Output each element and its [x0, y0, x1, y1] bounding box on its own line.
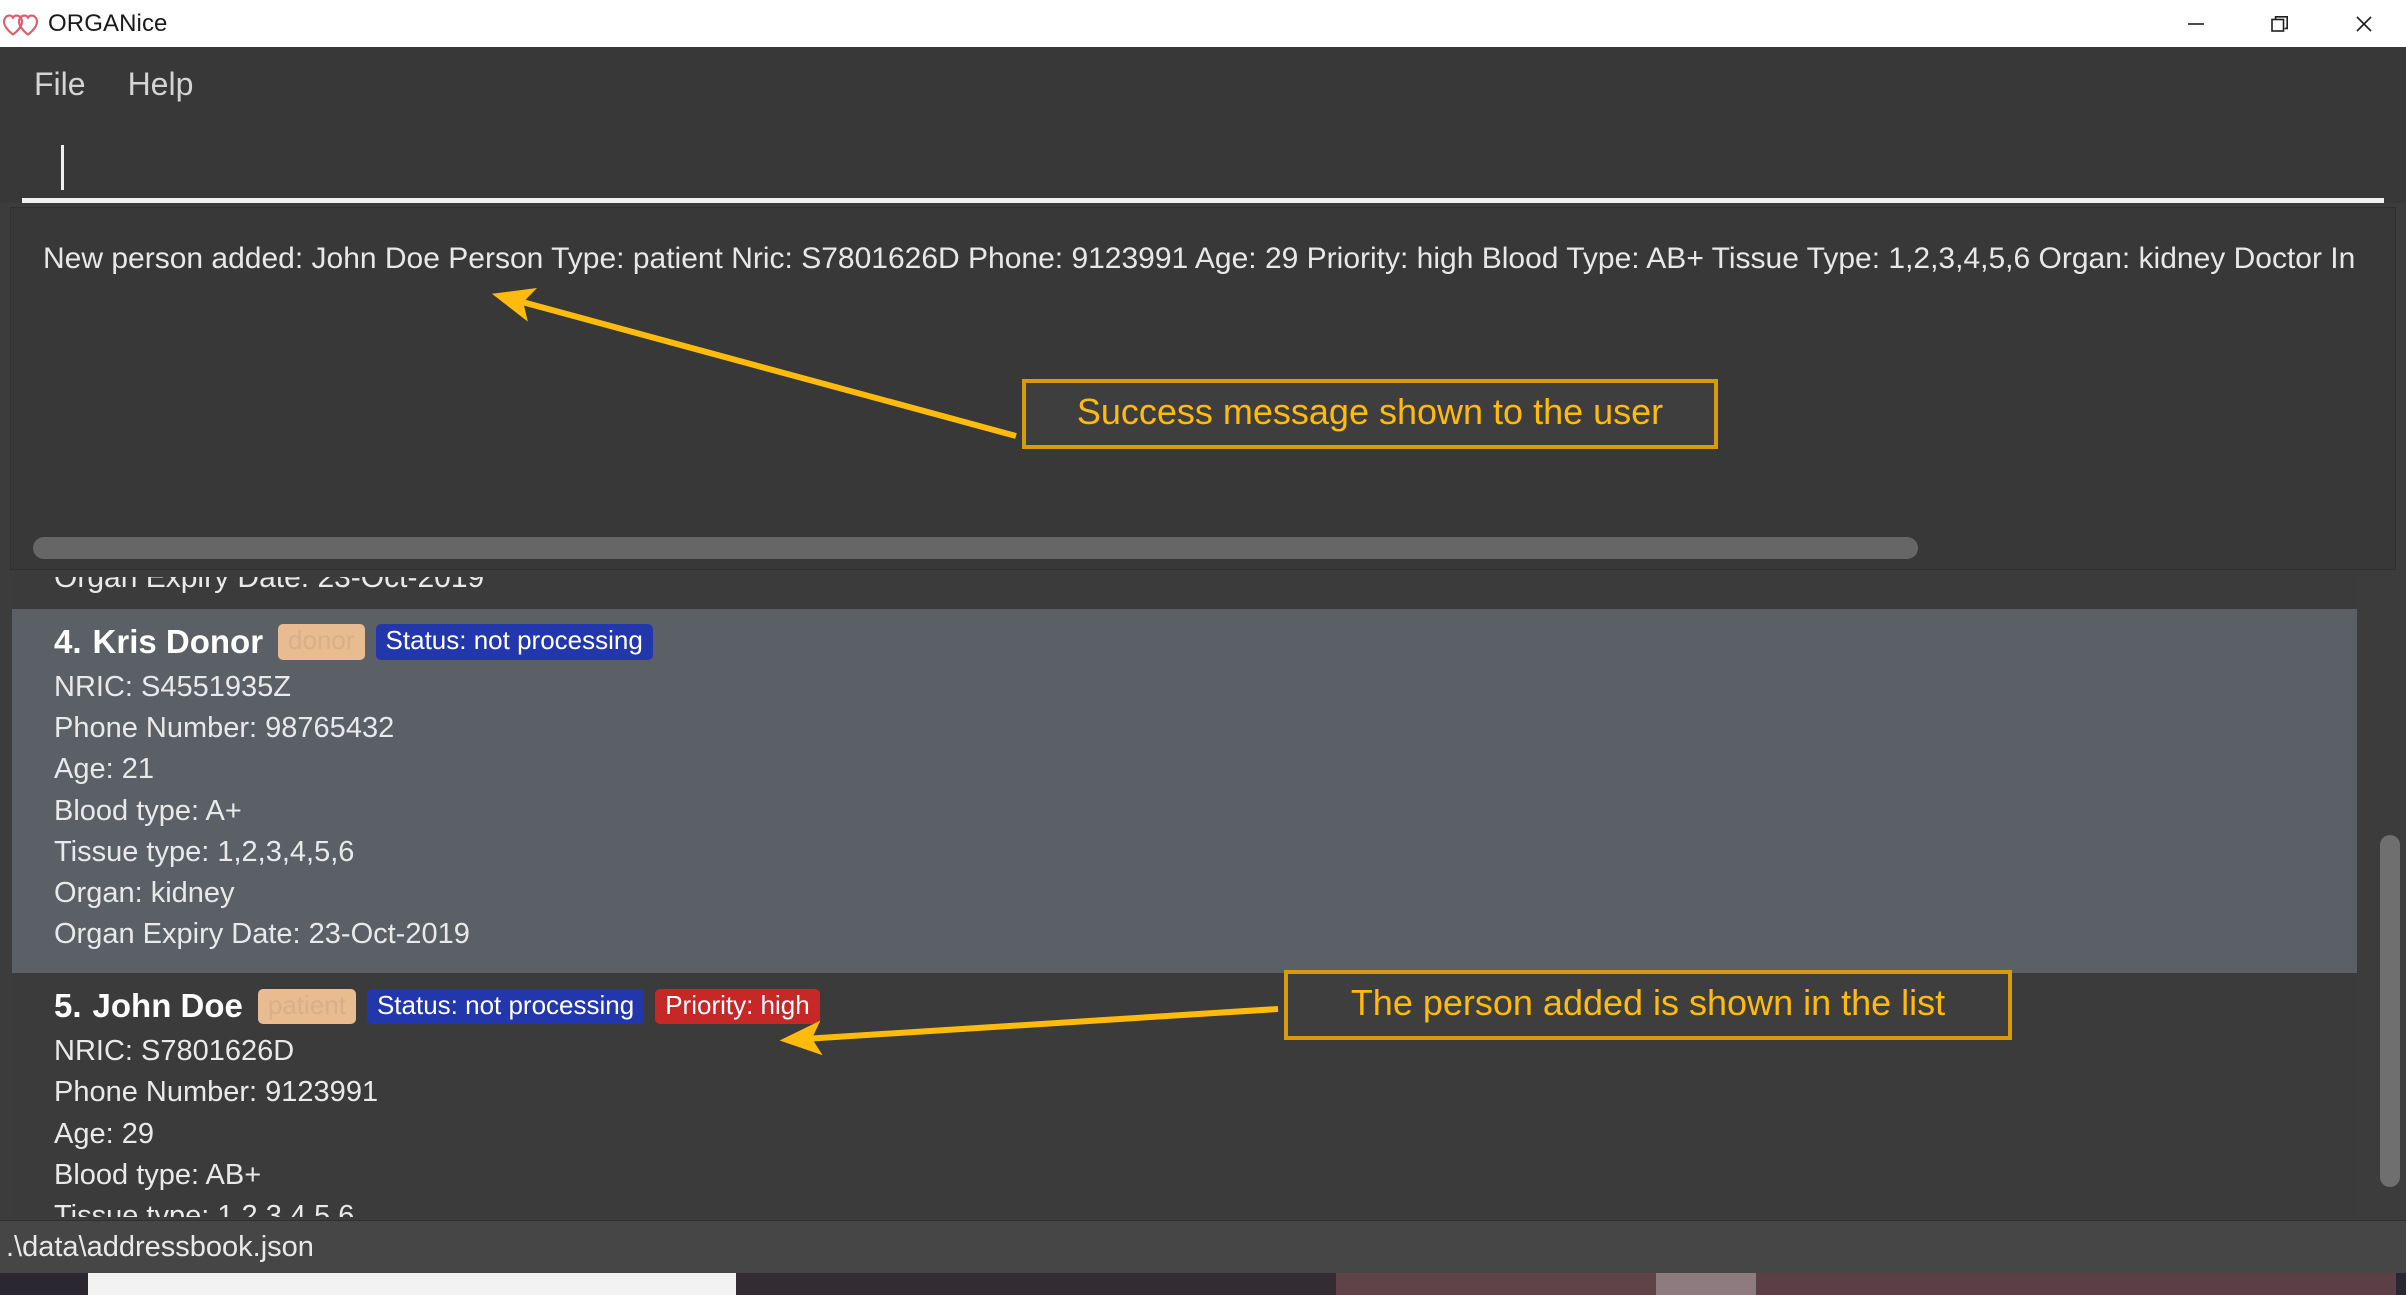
list-item-field-phone: Phone Number: 98765432 — [54, 712, 395, 745]
list-item-field-age: Age: 29 — [54, 1117, 154, 1150]
list-item-name: John Doe — [92, 987, 243, 1025]
menu-item-help[interactable]: Help — [118, 64, 204, 105]
person-list-vertical-scrollbar-thumb[interactable] — [2380, 835, 2400, 1187]
status-badge-person-type: patient — [257, 988, 356, 1024]
table-row[interactable]: 4. Kris Donor donor Status: not processi… — [12, 609, 2357, 974]
background-region-a — [736, 1273, 1336, 1295]
result-display-message: New person added: John Doe Person Type: … — [43, 242, 2356, 275]
list-item-field-nric: NRIC: S4551935Z — [54, 671, 291, 703]
result-horizontal-scrollbar[interactable] — [33, 537, 2375, 559]
close-icon — [2352, 12, 2376, 36]
title-bar: ORGANice — [0, 0, 2406, 47]
list-item-name: Kris Donor — [92, 623, 264, 660]
list-item-field-age: Age: 21 — [54, 753, 154, 786]
window-controls — [2154, 0, 2406, 47]
organice-window: ORGANice File Help New person added: Joh… — [0, 0, 2406, 1295]
double-heart-icon — [2, 10, 40, 38]
list-item-clipped[interactable]: Organ Expiry Date: 23-Oct-2019 — [12, 577, 2357, 609]
desktop-background-strip — [0, 1273, 2406, 1295]
result-horizontal-scrollbar-thumb[interactable] — [33, 537, 1918, 559]
list-item-field-organ-expiry: Organ Expiry Date: 23-Oct-2019 — [54, 918, 470, 951]
person-list-panel[interactable]: Organ Expiry Date: 23-Oct-2019 4. Kris D… — [0, 577, 2406, 1217]
list-item-field-tissue-type: Tissue type: 1,2,3,4,5,6 — [54, 1199, 355, 1217]
background-window-sliver — [88, 1273, 736, 1295]
restore-icon — [2268, 12, 2292, 36]
status-badge-status: Status: not processing — [366, 988, 645, 1024]
status-badge-priority: Priority: high — [655, 988, 820, 1024]
table-row[interactable]: 5. John Doe patient Status: not processi… — [12, 973, 2357, 1217]
background-region-d — [1756, 1273, 2396, 1295]
menu-bar: File Help — [0, 47, 2406, 121]
command-box-container — [0, 121, 2406, 203]
app-title: ORGANice — [48, 9, 168, 37]
status-badge-status: Status: not processing — [375, 624, 653, 660]
list-item-header: 4. Kris Donor donor Status: not processi… — [54, 623, 2357, 661]
command-input[interactable] — [22, 137, 2384, 198]
list-item-field-blood-type: Blood type: A+ — [54, 794, 242, 827]
title-bar-left: ORGANice — [0, 10, 168, 38]
menu-item-file[interactable]: File — [24, 64, 96, 105]
background-region-c — [1656, 1273, 1756, 1295]
person-list-vertical-scrollbar[interactable] — [2380, 835, 2400, 1187]
list-item-field-nric: NRIC: S7801626D — [54, 1035, 295, 1068]
minimize-button[interactable] — [2154, 0, 2238, 47]
command-box[interactable] — [22, 137, 2384, 203]
minimize-icon — [2184, 12, 2208, 36]
list-item-field-phone: Phone Number: 9123991 — [54, 1076, 379, 1109]
status-bar-file-path: .\data\addressbook.json — [6, 1230, 314, 1263]
restore-button[interactable] — [2238, 0, 2322, 47]
clipped-field: Organ Expiry Date: 23-Oct-2019 — [54, 577, 485, 594]
status-badge-person-type: donor — [278, 624, 365, 660]
list-item-header: 5. John Doe patient Status: not processi… — [54, 987, 2357, 1025]
close-button[interactable] — [2322, 0, 2406, 47]
list-item-index: 4. — [54, 623, 82, 660]
list-item-field-organ: Organ: kidney — [54, 876, 235, 909]
result-display-panel: New person added: John Doe Person Type: … — [10, 207, 2396, 570]
list-item-index: 5. — [54, 987, 82, 1025]
list-item-field-tissue-type: Tissue type: 1,2,3,4,5,6 — [54, 835, 355, 868]
background-region-b — [1336, 1273, 1656, 1295]
status-bar: .\data\addressbook.json — [0, 1220, 2406, 1273]
list-item-field-blood-type: Blood type: AB+ — [54, 1158, 262, 1191]
